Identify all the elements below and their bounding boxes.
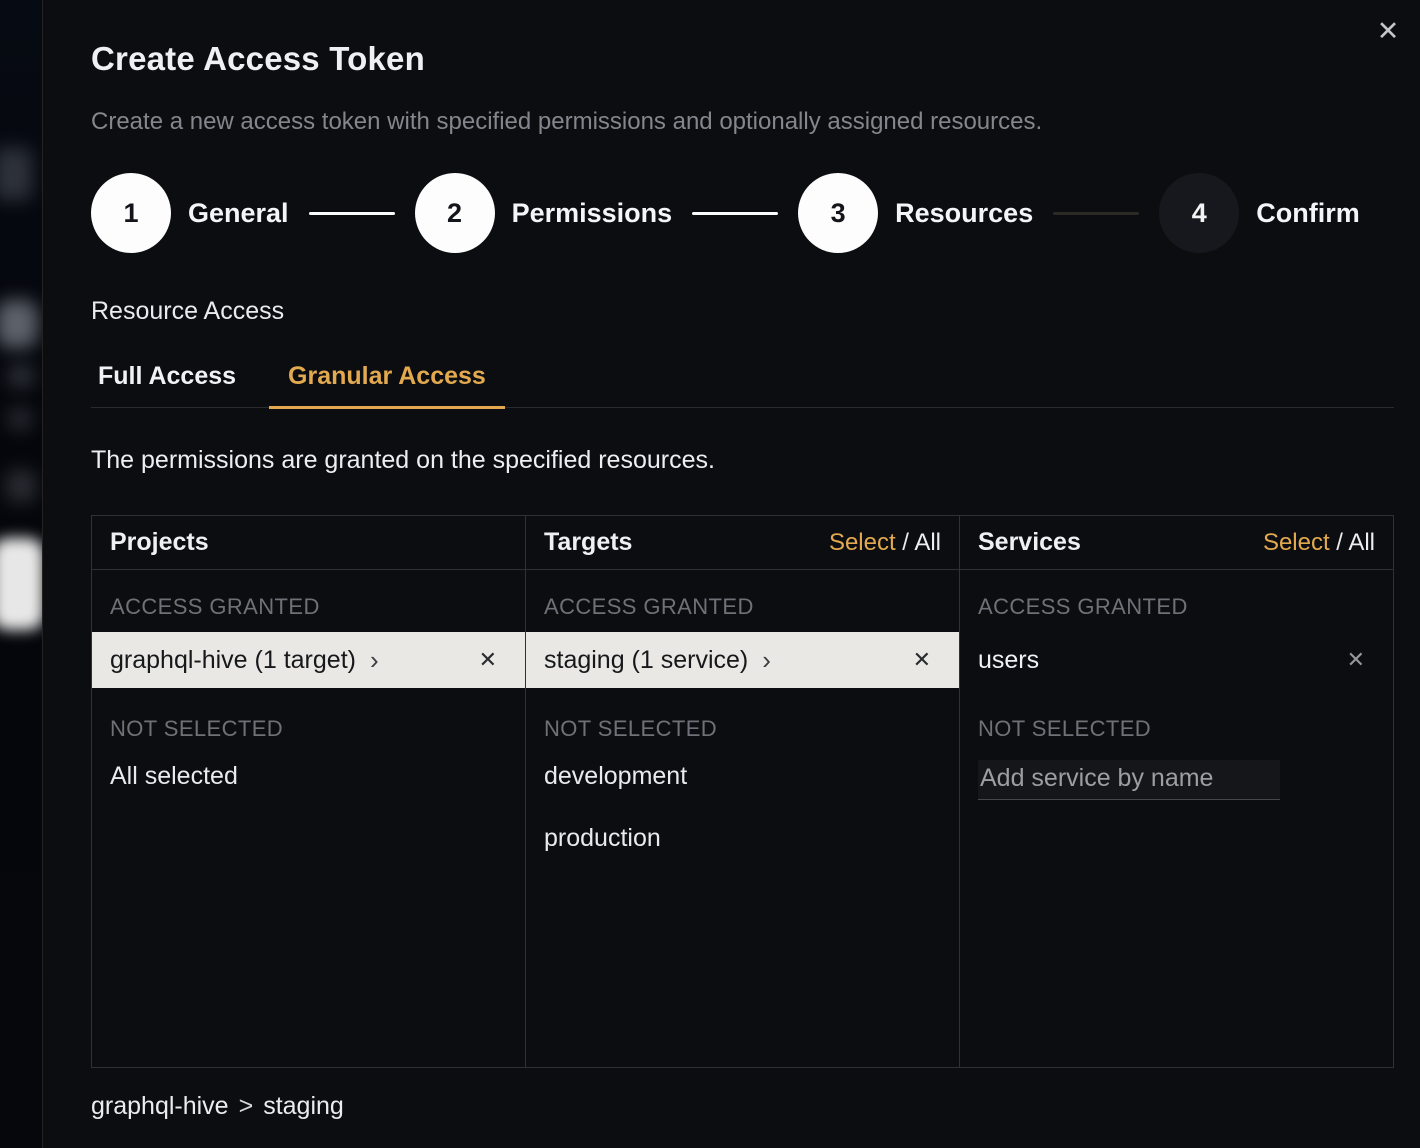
backdrop-blob [0,148,32,200]
targets-column: Targets Select / All ACCESS GRANTED stag… [526,516,960,1067]
projects-item-list: All selected [110,762,507,791]
granular-access-description: The permissions are granted on the speci… [91,446,715,475]
step-circle-4: 4 [1159,173,1239,253]
breadcrumb: graphql-hive > staging [91,1092,344,1121]
remove-project-icon[interactable]: ✕ [479,647,497,673]
selected-project-row[interactable]: graphql-hive (1 target) › ✕ [92,632,525,688]
targets-select-all: Select / All [829,529,941,557]
stepper: 1 General 2 Permissions 3 Resources 4 Co… [91,173,1360,253]
access-tabs: Full Access Granular Access [91,362,1394,408]
granted-service-name: users [978,646,1039,675]
modal-title: Create Access Token [91,40,425,78]
step-permissions[interactable]: 2 Permissions [415,173,673,253]
targets-item-list: development production [544,762,941,853]
selected-target-name: staging (1 service) [544,646,748,675]
chevron-right-icon: › [370,647,379,673]
projects-access-granted-label: ACCESS GRANTED [110,594,507,620]
selected-project-name: graphql-hive (1 target) [110,646,356,675]
target-item-development[interactable]: development [544,762,941,791]
projects-title: Projects [110,528,209,557]
step-connector [309,212,395,215]
target-item-production[interactable]: production [544,824,941,853]
services-not-selected-label: NOT SELECTED [978,716,1375,742]
resource-selection-table: Projects ACCESS GRANTED graphql-hive (1 … [91,515,1394,1068]
breadcrumb-project: graphql-hive [91,1092,229,1120]
step-circle-2: 2 [415,173,495,253]
add-service-input[interactable] [978,760,1280,800]
targets-not-selected-label: NOT SELECTED [544,716,941,742]
services-column-header: Services Select / All [960,516,1393,570]
services-select-link[interactable]: Select [1263,529,1330,556]
resource-access-heading: Resource Access [91,297,284,326]
targets-select-separator: / [896,529,915,556]
tab-full-access[interactable]: Full Access [91,362,243,407]
targets-title: Targets [544,528,632,557]
backdrop-blob [6,470,36,502]
step-connector [692,212,778,215]
step-label-resources: Resources [895,198,1033,229]
step-label-confirm: Confirm [1256,198,1360,229]
services-all-link[interactable]: All [1348,529,1375,556]
step-general[interactable]: 1 General [91,173,289,253]
services-title: Services [978,528,1081,557]
breadcrumb-separator: > [239,1092,254,1120]
step-label-permissions: Permissions [512,198,673,229]
step-circle-1: 1 [91,173,171,253]
projects-all-selected-note: All selected [110,762,507,791]
targets-access-granted-label: ACCESS GRANTED [544,594,941,620]
chevron-right-icon: › [762,647,771,673]
granted-service-row: users ✕ [960,632,1393,688]
targets-select-link[interactable]: Select [829,529,896,556]
step-label-general: General [188,198,289,229]
services-column-body: ACCESS GRANTED users ✕ NOT SELECTED [960,570,1393,1067]
backdrop-blob [0,538,42,630]
projects-column-header: Projects [92,516,525,570]
backdrop-blob [0,300,38,348]
backdrop-blob [8,408,32,430]
targets-column-body: ACCESS GRANTED staging (1 service) › ✕ N… [526,570,959,1067]
targets-all-link[interactable]: All [914,529,941,556]
step-connector-inactive [1053,212,1139,215]
services-select-all: Select / All [1263,529,1375,557]
backdrop-blob [8,365,34,387]
targets-column-header: Targets Select / All [526,516,959,570]
services-column: Services Select / All ACCESS GRANTED use… [960,516,1393,1067]
remove-target-icon[interactable]: ✕ [913,647,931,673]
create-access-token-modal: ✕ Create Access Token Create a new acces… [42,0,1420,1148]
step-circle-3: 3 [798,173,878,253]
breadcrumb-target: staging [263,1092,344,1120]
page-backdrop [0,0,42,1148]
remove-service-icon[interactable]: ✕ [1347,647,1365,673]
step-confirm[interactable]: 4 Confirm [1159,173,1360,253]
services-select-separator: / [1330,529,1349,556]
modal-subtitle: Create a new access token with specified… [91,108,1042,136]
selected-target-row[interactable]: staging (1 service) › ✕ [526,632,959,688]
services-access-granted-label: ACCESS GRANTED [978,594,1375,620]
step-resources[interactable]: 3 Resources [798,173,1033,253]
projects-column: Projects ACCESS GRANTED graphql-hive (1 … [92,516,526,1067]
close-icon[interactable]: ✕ [1372,16,1404,48]
projects-column-body: ACCESS GRANTED graphql-hive (1 target) ›… [92,570,525,1067]
projects-not-selected-label: NOT SELECTED [110,716,507,742]
tab-granular-access[interactable]: Granular Access [269,362,505,409]
